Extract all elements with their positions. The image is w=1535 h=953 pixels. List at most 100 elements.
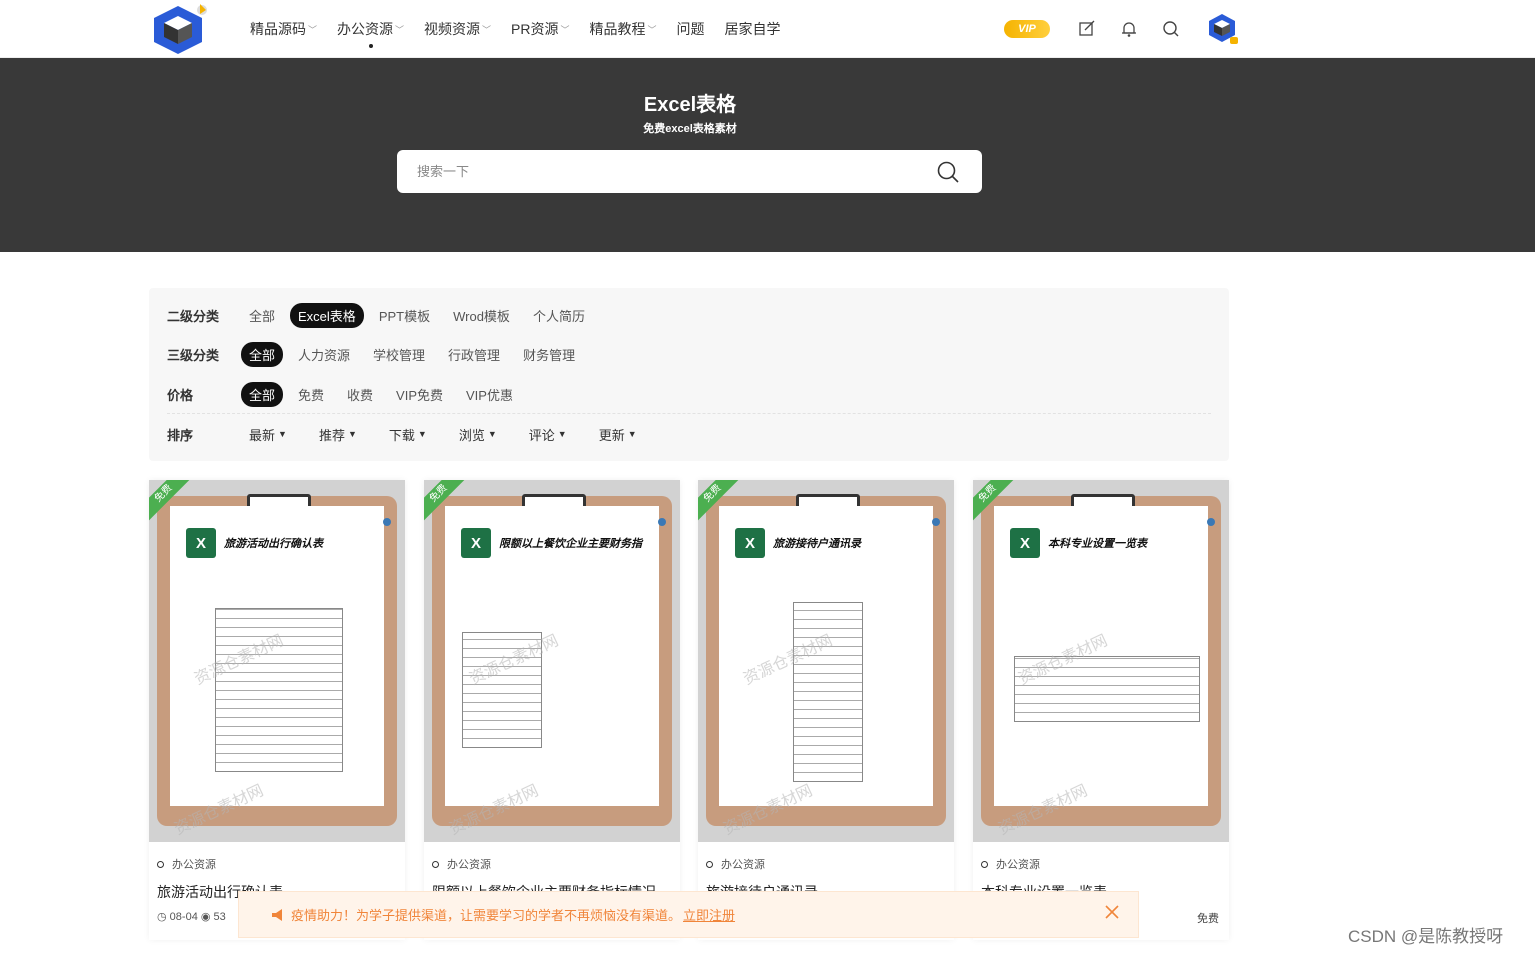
filter-option-secondary-0[interactable]: 全部 [241,303,283,328]
filter-option-label: Wrod模板 [453,308,510,324]
filter-option-sort-2[interactable]: 下载 ▼ [389,425,427,444]
clipboard-image: X 限额以上餐饮企业主要财务指 资源仓素材网 资源仓素材网 [432,494,672,838]
filter-option-label: 更新 [598,427,625,443]
page-title: Excel表格 [643,94,737,116]
filter-option-secondary-3[interactable]: Wrod模板 [445,303,518,328]
ribbon-label: 免费 [698,480,740,522]
edit-icon[interactable] [1076,18,1098,40]
filter-option-label: 全部 [249,308,276,324]
filter-option-tertiary-4[interactable]: 财务管理 [515,342,583,367]
chevron-down-icon: ﹀ [482,24,492,35]
nav-item-label: 问题 [676,21,705,37]
card-date: 08-04 [169,911,198,923]
filter-option-tertiary-3[interactable]: 行政管理 [440,342,508,367]
free-ribbon: 免费 [149,480,191,522]
notice-banner: 疫情助力！为学子提供渠道，让需要学习的学者不再烦恼没有渠道。 立即注册 [238,891,1139,938]
filter-option-sort-0[interactable]: 最新 ▼ [249,425,287,444]
nav-item-label: 办公资源 [337,21,394,37]
caret-down-icon: ▼ [487,429,497,439]
page-subtitle: 免费excel表格素材 [643,123,737,135]
card-category[interactable]: 办公资源 [432,856,491,872]
filter-option-sort-5[interactable]: 更新 ▼ [599,425,637,444]
filter-label: 三级分类 [167,347,220,363]
filter-option-price-3[interactable]: VIP免费 [388,382,451,407]
pin-icon [1207,518,1215,526]
filter-option-sort-1[interactable]: 推荐 ▼ [319,425,357,444]
filter-option-price-4[interactable]: VIP优惠 [458,382,521,407]
chevron-down-icon: ﹀ [560,24,570,35]
card-thumbnail[interactable]: X 旅游活动出行确认表 资源仓素材网 资源仓素材网 免费 [149,480,405,842]
resource-card[interactable]: X 本科专业设置一览表 资源仓素材网 资源仓素材网 免费 办公资源 本科专业设置… [973,480,1229,940]
clipboard-image: X 旅游活动出行确认表 资源仓素材网 资源仓素材网 [157,494,397,838]
resource-card[interactable]: X 限额以上餐饮企业主要财务指 资源仓素材网 资源仓素材网 免费 办公资源 限额… [424,480,680,940]
filter-option-sort-4[interactable]: 评论 ▼ [529,425,567,444]
card-category[interactable]: 办公资源 [157,856,216,872]
paper-preview: X 限额以上餐饮企业主要财务指 资源仓素材网 资源仓素材网 [445,506,659,838]
clipboard-image: X 本科专业设置一览表 资源仓素材网 资源仓素材网 [981,494,1221,838]
watermark-text: 资源仓素材网 [446,782,542,839]
card-thumbnail[interactable]: X 旅游接待户通讯录 资源仓素材网 资源仓素材网 免费 [698,480,954,842]
nav-item-label: PR资源 [511,21,559,37]
pin-icon [932,518,940,526]
register-link[interactable]: 立即注册 [683,905,735,924]
filter-option-label: 最新 [249,427,276,443]
watermark-text: 资源仓素材网 [995,782,1091,839]
filter-option-price-0[interactable]: 全部 [241,381,284,407]
filter-option-sort-3[interactable]: 浏览 ▼ [459,425,497,444]
card-category[interactable]: 办公资源 [706,856,765,872]
resource-card[interactable]: X 旅游活动出行确认表 资源仓素材网 资源仓素材网 免费 办公资源 旅游活动出行… [149,480,405,940]
nav-item-5[interactable]: 问题 [677,0,705,58]
nav-item-4[interactable]: 精品教程 ﹀ [590,0,657,58]
free-ribbon: 免费 [973,480,1015,522]
search-input[interactable] [417,150,917,193]
search-icon[interactable] [1160,18,1182,40]
card-meta: ◷ 08-04 ◉ 53 [157,910,226,923]
watermark-text: 资源仓素材网 [720,782,816,839]
filter-option-secondary-4[interactable]: 个人简历 [525,303,593,328]
ribbon-label: 免费 [973,480,1015,522]
search-bar [397,150,982,193]
eye-icon: ◉ [200,911,211,923]
site-logo[interactable] [150,2,210,56]
filter-option-secondary-1[interactable]: Excel表格 [290,302,364,328]
ribbon-label: 免费 [149,480,191,522]
close-icon[interactable] [1102,902,1122,922]
nav-item-2[interactable]: 视频资源 ﹀ [424,0,491,58]
caret-down-icon: ▼ [347,429,357,439]
filter-row-price: 价格 全部 免费 收费 VIP免费 VIP优惠 [167,381,528,407]
avatar[interactable] [1206,11,1242,47]
nav-item-3[interactable]: PR资源 ﹀ [511,0,569,58]
bell-icon[interactable] [1118,18,1140,40]
nav-item-1[interactable]: 办公资源 ﹀ [337,0,404,58]
card-views: 53 [213,911,226,923]
main-nav: 精品源码 ﹀ 办公资源 ﹀ 视频资源 ﹀ PR资源 ﹀ 精品教程 ﹀ 问题 居家自学 [250,0,801,58]
filter-option-price-1[interactable]: 免费 [290,382,332,407]
excel-icon: X [735,528,765,558]
excel-icon: X [186,528,216,558]
resource-card[interactable]: X 旅游接待户通讯录 资源仓素材网 资源仓素材网 免费 办公资源 旅游接待户通讯… [698,480,954,940]
ribbon-label: 免费 [424,480,466,522]
csdn-watermark: CSDN @是陈教授呀 [1348,927,1504,946]
doc-title: 限额以上餐饮企业主要财务指 [499,538,642,550]
chevron-down-icon: ﹀ [308,24,318,35]
watermark-text: 资源仓素材网 [171,782,267,839]
filter-option-secondary-2[interactable]: PPT模板 [371,303,438,328]
paper-preview: X 本科专业设置一览表 资源仓素材网 资源仓素材网 [994,506,1208,838]
filter-option-tertiary-0[interactable]: 全部 [241,341,284,367]
vip-badge[interactable]: VIP [1004,20,1050,38]
card-thumbnail[interactable]: X 限额以上餐饮企业主要财务指 资源仓素材网 资源仓素材网 免费 [424,480,680,842]
filter-option-price-2[interactable]: 收费 [339,382,381,407]
megaphone-icon [271,908,285,922]
nav-item-0[interactable]: 精品源码 ﹀ [250,0,317,58]
nav-item-6[interactable]: 居家自学 [725,0,781,58]
filter-option-tertiary-2[interactable]: 学校管理 [365,342,433,367]
card-thumbnail[interactable]: X 本科专业设置一览表 资源仓素材网 资源仓素材网 免费 [973,480,1229,842]
excel-icon: X [1010,528,1040,558]
doc-title: 旅游活动出行确认表 [224,538,323,550]
filter-option-tertiary-1[interactable]: 人力资源 [290,342,358,367]
card-category[interactable]: 办公资源 [981,856,1040,872]
search-button[interactable] [936,160,960,184]
caret-down-icon: ▼ [417,429,427,439]
filter-label: 排序 [167,427,194,443]
filter-option-label: 免费 [298,387,325,403]
